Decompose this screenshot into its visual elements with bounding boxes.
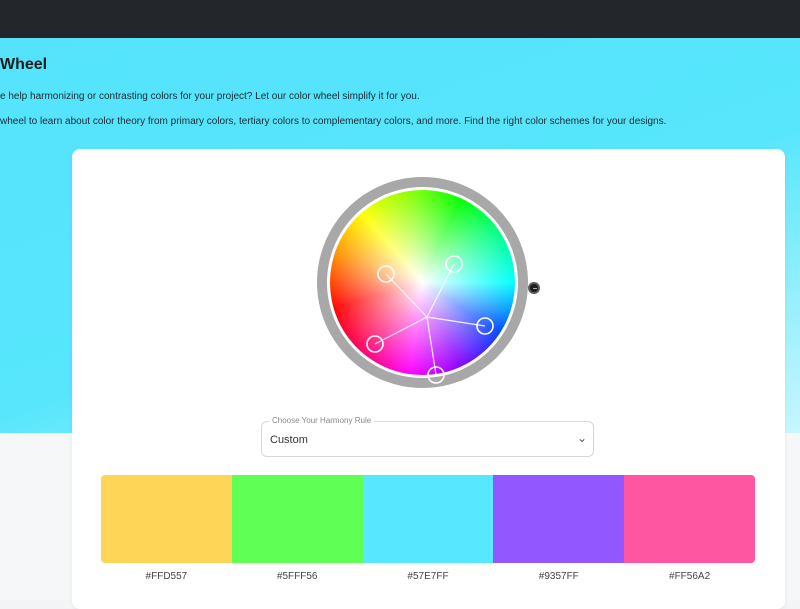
top-bar — [0, 0, 800, 38]
harmony-rule-value[interactable]: Custom — [270, 434, 308, 446]
color-palette — [101, 475, 755, 563]
hex-codes: #FFD557 #5FFF56 #57E7FF #9357FF #FF56A2 — [101, 571, 755, 582]
hex-code-3[interactable]: #57E7FF — [363, 571, 494, 582]
swatch-2[interactable] — [231, 475, 363, 563]
harmony-connectors — [366, 255, 494, 384]
harmony-rule-label: Choose Your Harmony Rule — [269, 416, 375, 426]
swatch-4[interactable] — [493, 475, 625, 563]
swatch-1[interactable] — [101, 475, 232, 563]
intro-description: wheel to learn about color theory from p… — [0, 116, 667, 127]
color-wheel[interactable] — [317, 177, 544, 404]
swatch-5[interactable] — [624, 475, 755, 563]
hex-code-1[interactable]: #FFD557 — [101, 571, 232, 582]
brightness-handle[interactable] — [528, 282, 540, 294]
chevron-down-icon[interactable]: ⌄ — [577, 431, 587, 445]
connector-line — [426, 316, 437, 376]
intro-text: e help harmonizing or contrasting colors… — [0, 91, 420, 102]
hex-code-4[interactable]: #9357FF — [493, 571, 624, 582]
connector-line — [385, 273, 428, 318]
connector-line — [426, 316, 486, 327]
connector-line — [426, 263, 455, 318]
swatch-3[interactable] — [362, 475, 494, 563]
harmony-rule-select[interactable]: Choose Your Harmony Rule Custom ⌄ — [261, 416, 594, 457]
page-title: Wheel — [0, 56, 48, 73]
hex-code-5[interactable]: #FF56A2 — [624, 571, 755, 582]
hex-code-2[interactable]: #5FFF56 — [232, 571, 363, 582]
color-wheel-card: Choose Your Harmony Rule Custom ⌄ #FFD55… — [72, 149, 785, 609]
